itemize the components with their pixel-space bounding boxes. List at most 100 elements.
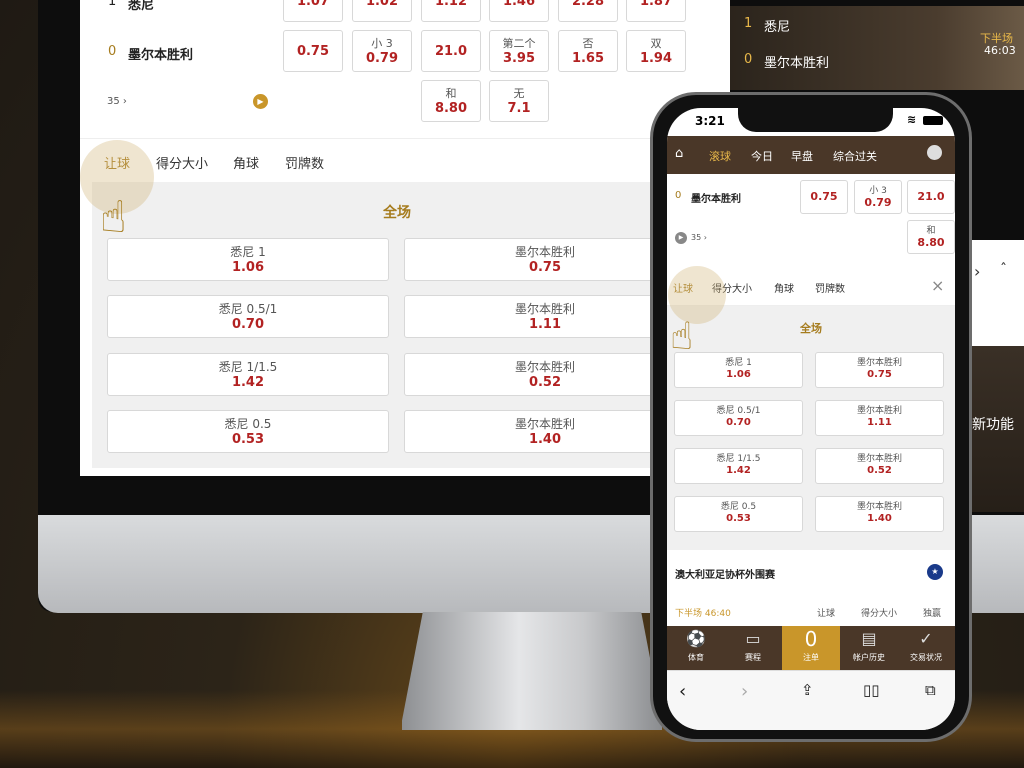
play-video-icon[interactable]: ▶ [675, 232, 687, 244]
nav-inplay[interactable]: 滚球 [709, 148, 731, 164]
bottom-tab-betslip[interactable]: 0 注单 [782, 626, 840, 670]
odds-cell[interactable]: 悉尼 0.5/1 0.70 [674, 400, 803, 436]
odds-button[interactable]: 否 1.65 [558, 30, 618, 72]
team1-name: 悉尼 [128, 0, 155, 13]
tab-cards[interactable]: 罚牌数 [285, 153, 324, 172]
australia-flag-icon: ★ [927, 564, 943, 580]
odds-button[interactable]: 和 8.80 [907, 220, 955, 254]
odds-cell[interactable]: 悉尼 1/1.5 1.42 [107, 353, 389, 396]
monitor-icon: ▭ [745, 629, 761, 648]
chevron-right-icon[interactable]: › [974, 262, 980, 281]
phone-handicap-panel: 全场 悉尼 1 1.06 墨尔本胜利 0.75 悉尼 0.5/1 0.70 墨尔本胜利… [667, 306, 955, 550]
odds-button[interactable]: 第二个 3.95 [489, 30, 549, 72]
league-status: 下半场 46:40 [675, 609, 731, 619]
play-video-icon[interactable]: ▶ [253, 94, 268, 109]
odds-button[interactable]: 21.0 [421, 30, 481, 72]
bookmarks-icon[interactable]: ▯▯ [863, 681, 880, 699]
odds-button[interactable]: 1.12 [421, 0, 481, 22]
league-link-over-under[interactable]: 得分大小 [861, 606, 897, 619]
live-video-panel[interactable]: 1 悉尼 0 墨尔本胜利 下半场 46:03 [730, 6, 1024, 90]
share-icon[interactable]: ⇪ [801, 681, 814, 699]
market-tabs: 让球 得分大小 角球 罚牌数 [80, 138, 730, 182]
browser-toolbar: ‹ › ⇪ ▯▯ ⧉ [667, 670, 955, 730]
side-promo-text: 新功能 [972, 417, 1014, 433]
league-row[interactable]: 澳大利亚足协杯外围赛 ★ 下半场 46:40 让球 得分大小 独赢 [667, 556, 955, 626]
back-icon[interactable]: ‹ [679, 681, 686, 702]
odds-cell[interactable]: 悉尼 1 1.06 [674, 352, 803, 388]
odds-cell[interactable]: 墨尔本胜利 1.11 [815, 400, 944, 436]
odds-button[interactable]: 1.02 [352, 0, 412, 22]
tap-hand-icon: ☝ [100, 192, 127, 243]
odds-cell[interactable]: 悉尼 1/1.5 1.42 [674, 448, 803, 484]
odds-cell[interactable]: 悉尼 1 1.06 [107, 238, 389, 281]
wifi-icon: ≋ [907, 113, 917, 126]
odds-cell[interactable]: 悉尼 0.5 0.53 [674, 496, 803, 532]
odds-button[interactable]: 2.28 [558, 0, 618, 22]
section-title: 全场 [800, 322, 822, 335]
desktop-screen: 1 悉尼 1.07 1.02 1.12 1.46 2.28 1.87 0 墨尔本… [80, 0, 730, 476]
nav-parlay[interactable]: 综合过关 [833, 148, 877, 164]
team-number: 0 [675, 190, 682, 201]
monitor-stand [402, 612, 662, 730]
account-icon[interactable] [927, 145, 942, 160]
bottom-tab-status[interactable]: ✓ 交易状况 [897, 626, 955, 670]
phone-nav: ⌂ 滚球 今日 早盘 综合过关 [667, 136, 955, 174]
odds-cell[interactable]: 墨尔本胜利 0.75 [815, 352, 944, 388]
video-team2-name: 墨尔本胜利 [764, 56, 830, 71]
check-icon: ✓ [919, 629, 933, 648]
history-icon: ▤ [861, 629, 877, 648]
section-title: 全场 [383, 205, 411, 221]
handicap-panel: 全场 悉尼 1 1.06 墨尔本胜利 0.75 悉尼 0.5/1 0.70 墨尔本胜利… [92, 182, 730, 468]
home-icon[interactable]: ⌂ [675, 146, 683, 161]
tabs-icon[interactable]: ⧉ [925, 681, 936, 699]
tab-cards[interactable]: 罚牌数 [815, 280, 845, 295]
bottom-tab-sports[interactable]: ⚽ 体育 [667, 626, 725, 670]
phone-screen: 3:21 ≋ ⌂ 滚球 今日 早盘 综合过关 0 墨尔本胜利 0.75 小 30… [667, 108, 955, 730]
odds-button[interactable]: 小 3 0.79 [352, 30, 412, 72]
league-link-handicap[interactable]: 让球 [817, 606, 835, 619]
forward-icon[interactable]: › [741, 681, 748, 702]
bottom-tab-schedule[interactable]: ▭ 赛程 [724, 626, 782, 670]
nav-early[interactable]: 早盘 [791, 148, 813, 164]
tab-over-under[interactable]: 得分大小 [156, 153, 208, 172]
team2-number: 0 [108, 44, 117, 59]
league-link-moneyline[interactable]: 独赢 [923, 606, 941, 619]
tab-corners[interactable]: 角球 [233, 153, 259, 172]
team1-number: 1 [108, 0, 117, 9]
odds-cell[interactable]: 悉尼 0.5 0.53 [107, 410, 389, 453]
odds-button[interactable]: 0.75 [283, 30, 343, 72]
video-team2-number: 0 [744, 52, 753, 67]
odds-button[interactable]: 和 8.80 [421, 80, 481, 122]
soccer-ball-icon: ⚽ [686, 629, 706, 648]
odds-cell[interactable]: 墨尔本胜利 0.75 [404, 238, 686, 281]
odds-button[interactable]: 双 1.94 [626, 30, 686, 72]
odds-cell[interactable]: 墨尔本胜利 0.52 [815, 448, 944, 484]
odds-button[interactable]: 1.46 [489, 0, 549, 22]
odds-cell[interactable]: 墨尔本胜利 1.40 [815, 496, 944, 532]
odds-button[interactable]: 0.75 [800, 180, 848, 214]
odds-cell[interactable]: 墨尔本胜利 1.40 [404, 410, 686, 453]
tab-corners[interactable]: 角球 [774, 280, 794, 295]
odds-button[interactable]: 无 7.1 [489, 80, 549, 122]
phone-bottom-bar: ⚽ 体育 ▭ 赛程 0 注单 ▤ 帐户历史 ✓ 交易状况 [667, 626, 955, 670]
bottom-tab-history[interactable]: ▤ 帐户历史 [840, 626, 898, 670]
odds-button[interactable]: 21.0 [907, 180, 955, 214]
team2-name: 墨尔本胜利 [128, 48, 194, 63]
nav-today[interactable]: 今日 [751, 148, 773, 164]
odds-button[interactable]: 1.87 [626, 0, 686, 22]
tap-hand-icon: ☝ [670, 314, 694, 358]
odds-cell[interactable]: 悉尼 0.5/1 0.70 [107, 295, 389, 338]
status-time: 3:21 [695, 114, 725, 128]
odds-button[interactable]: 1.07 [283, 0, 343, 22]
odds-cell[interactable]: 墨尔本胜利 0.52 [404, 353, 686, 396]
betslip-count: 0 [804, 627, 818, 651]
chevron-up-icon[interactable]: ˆ [1000, 262, 1007, 278]
odds-button[interactable]: 小 3 0.79 [854, 180, 902, 214]
close-icon[interactable]: × [931, 276, 944, 295]
phone-notch [738, 104, 893, 132]
video-team1-number: 1 [744, 16, 753, 31]
video-time: 46:03 [984, 44, 1016, 57]
match-minute: 35 › [691, 233, 707, 242]
team-name: 墨尔本胜利 [691, 194, 741, 205]
odds-cell[interactable]: 墨尔本胜利 1.11 [404, 295, 686, 338]
